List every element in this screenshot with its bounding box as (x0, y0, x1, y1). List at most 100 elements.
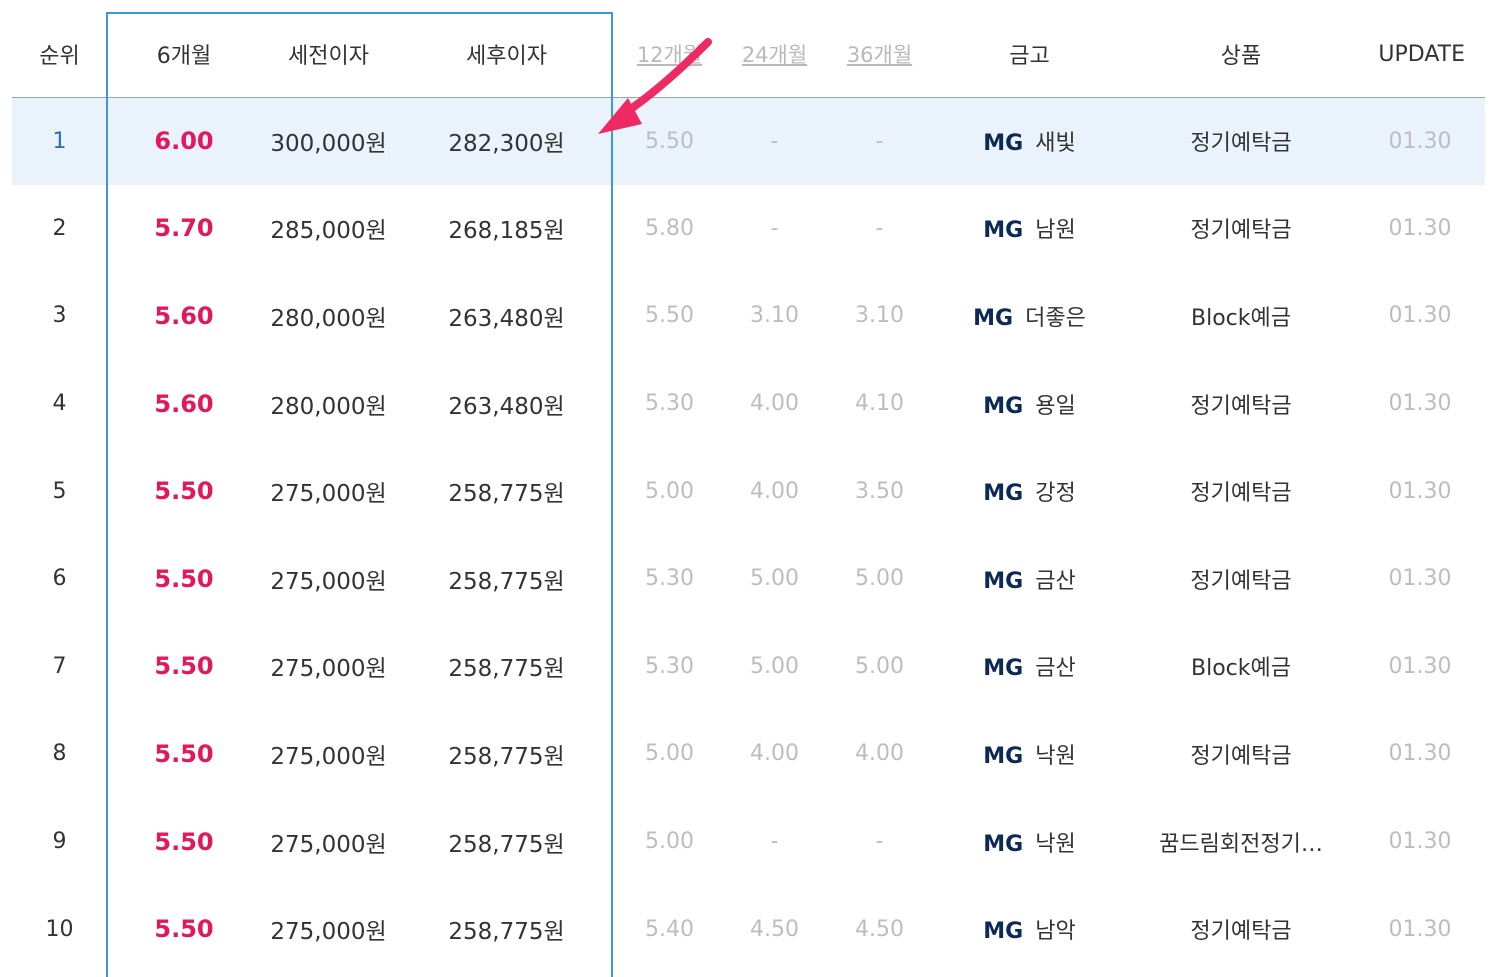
bank-cell[interactable]: MG 금산 (932, 535, 1127, 623)
rate-24m-cell: 4.00 (750, 478, 799, 504)
header-6-month[interactable]: 6개월 (107, 12, 261, 97)
rate-12m-cell: 5.40 (645, 916, 694, 942)
update-cell: 01.30 (1388, 916, 1452, 942)
mg-logo: MG (983, 919, 1024, 945)
rate-12m-cell: 5.00 (645, 478, 694, 504)
bank-name: 금산 (1035, 656, 1076, 682)
rate-24m-cell: 4.00 (750, 391, 799, 417)
pretax-cell: 285,000원 (270, 218, 387, 245)
rank-cell: 7 (52, 653, 67, 679)
product-cell[interactable]: 정기예탁금 (1127, 360, 1355, 448)
rate-24m-cell: 5.00 (750, 653, 799, 679)
table-row[interactable]: 3 5.60 280,000원 263,480원 5.50 3.10 3.10 … (12, 272, 1485, 360)
pretax-cell: 275,000원 (270, 481, 387, 508)
product-cell[interactable]: 정기예탁금 (1127, 535, 1355, 623)
rate-6m-cell: 5.60 (154, 301, 214, 330)
bank-name: 남악 (1035, 919, 1076, 945)
header-24-month[interactable]: 24개월 (722, 12, 827, 97)
product-cell[interactable]: 꿈드림회전정기… (1127, 798, 1355, 886)
rate-24m-cell: - (770, 829, 779, 855)
header-product: 상품 (1220, 44, 1262, 70)
header-12-month[interactable]: 12개월 (617, 12, 722, 97)
table-row[interactable]: 1 6.00 300,000원 282,300원 5.50 - - MG 새빛 정… (12, 97, 1485, 185)
table-row[interactable]: 6 5.50 275,000원 258,775원 5.30 5.00 5.00 … (12, 535, 1485, 623)
bank-cell[interactable]: MG 새빛 (932, 97, 1127, 185)
rate-6m-cell: 5.50 (154, 652, 214, 681)
table-row[interactable]: 7 5.50 275,000원 258,775원 5.30 5.00 5.00 … (12, 623, 1485, 711)
rank-cell: 5 (52, 478, 67, 504)
header-36-month-link[interactable]: 36개월 (847, 43, 912, 67)
rank-cell: 8 (52, 741, 67, 767)
header-12-month-link[interactable]: 12개월 (637, 43, 702, 67)
bank-name: 남원 (1035, 218, 1076, 244)
pretax-cell: 280,000원 (270, 393, 387, 420)
mg-logo: MG (983, 831, 1024, 857)
mg-logo: MG (983, 218, 1024, 244)
rate-6m-cell: 5.50 (154, 827, 214, 856)
header-aftertax-interest: 세후이자 (466, 44, 547, 70)
update-cell: 01.30 (1388, 128, 1452, 154)
rate-12m-cell: 5.00 (645, 829, 694, 855)
rate-36m-cell: 3.10 (855, 303, 904, 329)
mg-logo: MG (983, 656, 1024, 682)
product-cell[interactable]: 정기예탁금 (1127, 710, 1355, 798)
update-cell: 01.30 (1388, 391, 1452, 417)
rate-36m-cell: 4.00 (855, 741, 904, 767)
pretax-cell: 275,000원 (270, 656, 387, 683)
product-cell[interactable]: 정기예탁금 (1127, 447, 1355, 535)
bank-cell[interactable]: MG 낙원 (932, 710, 1127, 798)
rate-6m-cell: 5.50 (154, 915, 214, 944)
update-cell: 01.30 (1388, 741, 1452, 767)
rate-36m-cell: 5.00 (855, 653, 904, 679)
product-cell[interactable]: 정기예탁금 (1127, 97, 1355, 185)
rate-36m-cell: - (875, 215, 884, 241)
rank-cell: 2 (52, 215, 67, 241)
aftertax-cell: 263,480원 (448, 393, 565, 420)
rate-6m-cell: 5.50 (154, 564, 214, 593)
pretax-cell: 275,000원 (270, 568, 387, 595)
bank-cell[interactable]: MG 용일 (932, 360, 1127, 448)
pretax-cell: 275,000원 (270, 831, 387, 858)
rate-12m-cell: 5.50 (645, 128, 694, 154)
header-24-month-link[interactable]: 24개월 (742, 43, 807, 67)
table-row[interactable]: 5 5.50 275,000원 258,775원 5.00 4.00 3.50 … (12, 447, 1485, 535)
header-36-month[interactable]: 36개월 (827, 12, 932, 97)
table-row[interactable]: 2 5.70 285,000원 268,185원 5.80 - - MG 남원 정… (12, 185, 1485, 273)
product-cell[interactable]: Block예금 (1127, 623, 1355, 711)
bank-cell[interactable]: MG 더좋은 (932, 272, 1127, 360)
rate-12m-cell: 5.50 (645, 303, 694, 329)
header-rank: 순위 (39, 44, 80, 70)
deposit-rate-table: 순위 6개월 세전이자 세후이자 12개월 24개월 36개월 금고 상품 UP… (12, 12, 1485, 973)
table-header-row: 순위 6개월 세전이자 세후이자 12개월 24개월 36개월 금고 상품 UP… (12, 12, 1485, 97)
update-cell: 01.30 (1388, 829, 1452, 855)
bank-cell[interactable]: MG 남악 (932, 885, 1127, 973)
mg-logo: MG (983, 393, 1024, 419)
update-cell: 01.30 (1388, 566, 1452, 592)
table-row[interactable]: 9 5.50 275,000원 258,775원 5.00 - - MG 낙원 꿈… (12, 798, 1485, 886)
aftertax-cell: 258,775원 (448, 481, 565, 508)
bank-cell[interactable]: MG 남원 (932, 185, 1127, 273)
rate-24m-cell: 4.00 (750, 741, 799, 767)
bank-cell[interactable]: MG 강정 (932, 447, 1127, 535)
rank-cell: 9 (52, 829, 67, 855)
bank-cell[interactable]: MG 금산 (932, 623, 1127, 711)
product-cell[interactable]: Block예금 (1127, 272, 1355, 360)
bank-name: 낙원 (1035, 831, 1076, 857)
product-cell[interactable]: 정기예탁금 (1127, 885, 1355, 973)
update-cell: 01.30 (1388, 303, 1452, 329)
rate-24m-cell: 4.50 (750, 916, 799, 942)
header-pretax-interest: 세전이자 (288, 44, 369, 70)
rate-24m-cell: 5.00 (750, 566, 799, 592)
aftertax-cell: 258,775원 (448, 831, 565, 858)
rate-12m-cell: 5.80 (645, 215, 694, 241)
update-cell: 01.30 (1388, 215, 1452, 241)
table-row[interactable]: 10 5.50 275,000원 258,775원 5.40 4.50 4.50… (12, 885, 1485, 973)
bank-name: 낙원 (1035, 743, 1076, 769)
product-cell[interactable]: 정기예탁금 (1127, 185, 1355, 273)
table-row[interactable]: 4 5.60 280,000원 263,480원 5.30 4.00 4.10 … (12, 360, 1485, 448)
aftertax-cell: 258,775원 (448, 919, 565, 946)
bank-cell[interactable]: MG 낙원 (932, 798, 1127, 886)
rate-6m-cell: 5.60 (154, 389, 214, 418)
table-row[interactable]: 8 5.50 275,000원 258,775원 5.00 4.00 4.00 … (12, 710, 1485, 798)
bank-name: 금산 (1035, 568, 1076, 594)
